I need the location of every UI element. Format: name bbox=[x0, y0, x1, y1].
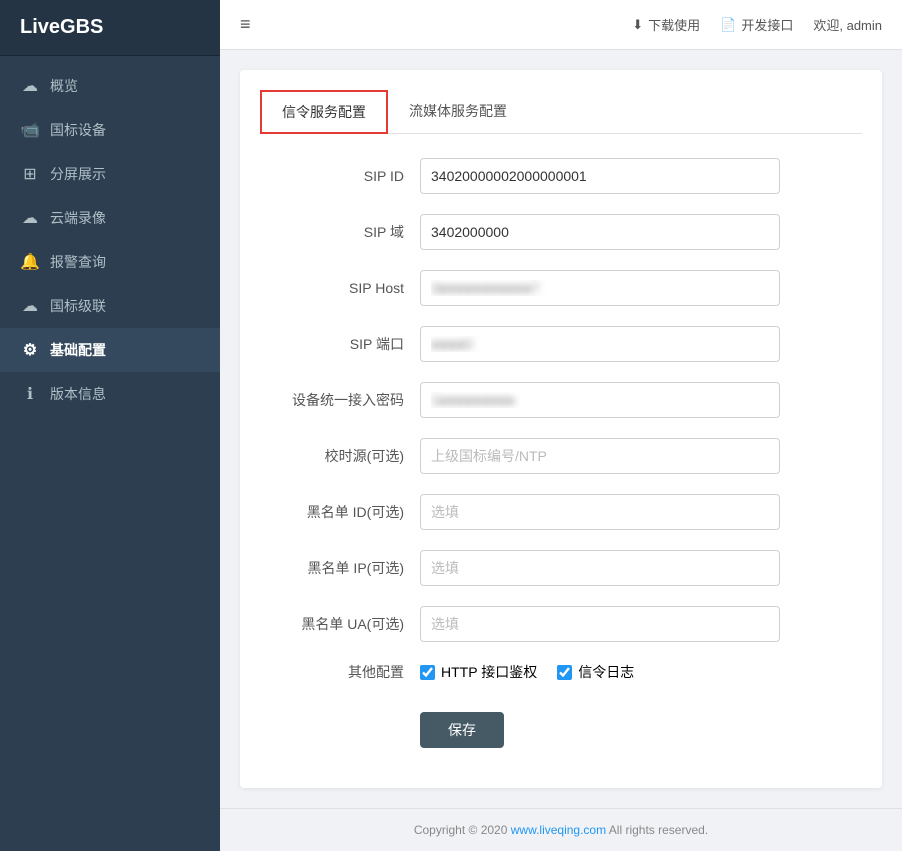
form-row-save: 保存 bbox=[260, 702, 862, 748]
tabs: 信令服务配置流媒体服务配置 bbox=[260, 90, 862, 134]
sidebar-item-label: 云端录像 bbox=[50, 208, 106, 228]
form-input-blacklist-ua[interactable] bbox=[420, 606, 780, 642]
form-input-blacklist-id[interactable] bbox=[420, 494, 780, 530]
form-label-sip-host: SIP Host bbox=[260, 280, 420, 296]
form-row-sip-host: SIP Host bbox=[260, 270, 862, 306]
sidebar-item-national-devices[interactable]: 📹 国标设备 bbox=[0, 108, 220, 152]
sidebar-nav: ☁ 概览 📹 国标设备 ⊞ 分屏展示 ☁ 云端录像 🔔 报警查询 ☁ 国标级联 ⚙ 基础配置 ℹ 版本信息 bbox=[0, 56, 220, 851]
form-label-sip-domain: SIP 域 bbox=[260, 222, 420, 242]
checkbox-input-http-auth[interactable] bbox=[420, 665, 435, 680]
form-row-ntp-source: 校时源(可选) bbox=[260, 438, 862, 474]
form-row-sip-port: SIP 端口 bbox=[260, 326, 862, 362]
form-input-ntp-source[interactable] bbox=[420, 438, 780, 474]
form-label-sip-id: SIP ID bbox=[260, 168, 420, 184]
cloud-recording-icon: ☁ bbox=[20, 208, 40, 228]
content-card: 信令服务配置流媒体服务配置 SIP ID SIP 域 SIP Host SIP 端口设… bbox=[240, 70, 882, 788]
split-screen-icon: ⊞ bbox=[20, 164, 40, 184]
app-logo: LiveGBS bbox=[0, 0, 220, 56]
form-body: SIP ID SIP 域 SIP Host SIP 端口设备统一接入密码校时源(可选)… bbox=[260, 158, 862, 748]
checkbox-http-auth[interactable]: HTTP 接口鉴权 bbox=[420, 662, 537, 682]
checkbox-label-signal-log: 信令日志 bbox=[578, 662, 634, 682]
sidebar-item-label: 基础配置 bbox=[50, 340, 106, 360]
version-info-icon: ℹ bbox=[20, 384, 40, 404]
form-label-ntp-source: 校时源(可选) bbox=[260, 446, 420, 466]
form-input-sip-host[interactable] bbox=[420, 270, 780, 306]
sidebar-item-label: 版本信息 bbox=[50, 384, 106, 404]
checkbox-row: HTTP 接口鉴权 信令日志 bbox=[420, 662, 634, 682]
sidebar-item-label: 报警查询 bbox=[50, 252, 106, 272]
basic-config-icon: ⚙ bbox=[20, 340, 40, 360]
content-area: 信令服务配置流媒体服务配置 SIP ID SIP 域 SIP Host SIP 端口设… bbox=[220, 50, 902, 808]
form-label-device-password: 设备统一接入密码 bbox=[260, 390, 420, 410]
form-label-blacklist-ua: 黑名单 UA(可选) bbox=[260, 614, 420, 634]
sidebar-item-label: 概览 bbox=[50, 76, 78, 96]
hamburger-icon[interactable]: ≡ bbox=[240, 14, 251, 35]
national-cascade-icon: ☁ bbox=[20, 296, 40, 316]
sidebar-item-national-cascade[interactable]: ☁ 国标级联 bbox=[0, 284, 220, 328]
api-icon: 📄 bbox=[720, 17, 736, 33]
sidebar-item-label: 国标级联 bbox=[50, 296, 106, 316]
download-button[interactable]: ⬇ 下载使用 bbox=[632, 15, 700, 34]
form-row-blacklist-ua: 黑名单 UA(可选) bbox=[260, 606, 862, 642]
tab-sip-service[interactable]: 信令服务配置 bbox=[260, 90, 388, 134]
form-row-blacklist-ip: 黑名单 IP(可选) bbox=[260, 550, 862, 586]
sidebar-item-basic-config[interactable]: ⚙ 基础配置 bbox=[0, 328, 220, 372]
footer-text: Copyright © 2020 bbox=[414, 823, 511, 837]
topnav: ≡ ⬇ 下载使用 📄 开发接口 欢迎, admin bbox=[220, 0, 902, 50]
form-label-sip-port: SIP 端口 bbox=[260, 334, 420, 354]
form-row-sip-id: SIP ID bbox=[260, 158, 862, 194]
sidebar-item-split-screen[interactable]: ⊞ 分屏展示 bbox=[0, 152, 220, 196]
form-row-sip-domain: SIP 域 bbox=[260, 214, 862, 250]
form-label-blacklist-ip: 黑名单 IP(可选) bbox=[260, 558, 420, 578]
save-button[interactable]: 保存 bbox=[420, 712, 504, 748]
other-config-label: 其他配置 bbox=[260, 662, 420, 682]
form-row-blacklist-id: 黑名单 ID(可选) bbox=[260, 494, 862, 530]
footer: Copyright © 2020 www.liveqing.com All ri… bbox=[220, 808, 902, 851]
checkbox-input-signal-log[interactable] bbox=[557, 665, 572, 680]
sidebar: LiveGBS ☁ 概览 📹 国标设备 ⊞ 分屏展示 ☁ 云端录像 🔔 报警查询 ☁ 国标级联 ⚙ 基础配… bbox=[0, 0, 220, 851]
api-label: 开发接口 bbox=[741, 15, 793, 34]
checkbox-signal-log[interactable]: 信令日志 bbox=[557, 662, 634, 682]
download-label: 下载使用 bbox=[648, 15, 700, 34]
sidebar-item-version-info[interactable]: ℹ 版本信息 bbox=[0, 372, 220, 416]
form-input-sip-domain[interactable] bbox=[420, 214, 780, 250]
download-icon: ⬇ bbox=[632, 17, 643, 33]
form-row-device-password: 设备统一接入密码 bbox=[260, 382, 862, 418]
national-devices-icon: 📹 bbox=[20, 120, 40, 140]
overview-icon: ☁ bbox=[20, 76, 40, 96]
footer-suffix: All rights reserved. bbox=[606, 823, 708, 837]
form-input-sip-port[interactable] bbox=[420, 326, 780, 362]
main-content: ≡ ⬇ 下载使用 📄 开发接口 欢迎, admin 信令服务配置流媒体服务配置 bbox=[220, 0, 902, 851]
api-button[interactable]: 📄 开发接口 bbox=[720, 15, 793, 34]
form-input-device-password[interactable] bbox=[420, 382, 780, 418]
welcome-label: 欢迎, admin bbox=[813, 15, 882, 34]
sidebar-item-alarm-query[interactable]: 🔔 报警查询 bbox=[0, 240, 220, 284]
sidebar-item-overview[interactable]: ☁ 概览 bbox=[0, 64, 220, 108]
checkbox-label-http-auth: HTTP 接口鉴权 bbox=[441, 662, 537, 682]
sidebar-item-label: 分屏展示 bbox=[50, 164, 106, 184]
alarm-query-icon: 🔔 bbox=[20, 252, 40, 272]
footer-link[interactable]: www.liveqing.com bbox=[511, 823, 606, 837]
sidebar-item-cloud-recording[interactable]: ☁ 云端录像 bbox=[0, 196, 220, 240]
form-label-blacklist-id: 黑名单 ID(可选) bbox=[260, 502, 420, 522]
form-input-blacklist-ip[interactable] bbox=[420, 550, 780, 586]
sidebar-item-label: 国标设备 bbox=[50, 120, 106, 140]
form-row-other-config: 其他配置 HTTP 接口鉴权 信令日志 bbox=[260, 662, 862, 682]
form-input-sip-id[interactable] bbox=[420, 158, 780, 194]
topnav-right: ⬇ 下载使用 📄 开发接口 欢迎, admin bbox=[632, 15, 882, 34]
tab-media-service[interactable]: 流媒体服务配置 bbox=[388, 90, 528, 134]
